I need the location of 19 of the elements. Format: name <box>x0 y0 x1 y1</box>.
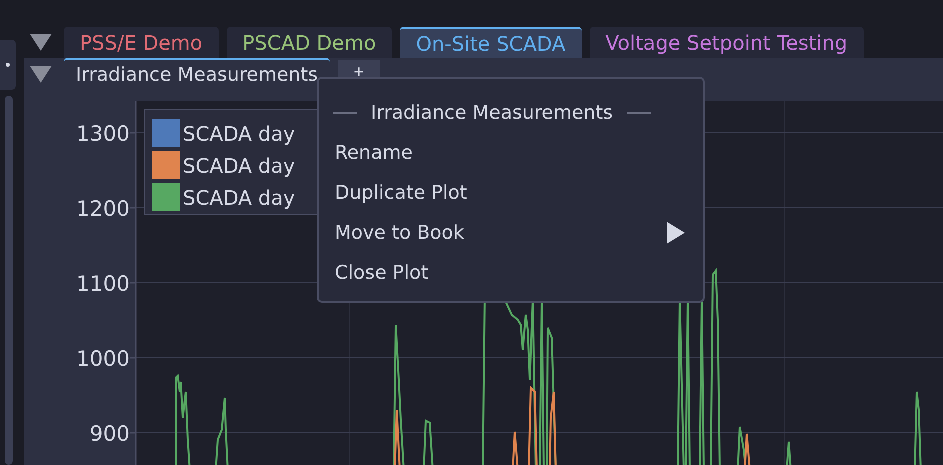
book-tab[interactable]: On-Site SCADA <box>400 27 582 58</box>
submenu-arrow-icon <box>667 222 685 244</box>
book-tab[interactable]: Voltage Setpoint Testing <box>590 27 864 58</box>
menu-item[interactable]: Rename <box>333 133 689 173</box>
y-tick-label: 900 <box>90 422 130 446</box>
menu-item[interactable]: Move to Book <box>333 213 689 253</box>
menu-title: Irradiance Measurements <box>371 102 614 124</box>
book-tab[interactable]: PSCAD Demo <box>226 27 392 58</box>
scrollbar[interactable] <box>5 96 13 465</box>
y-tick-label: 1000 <box>76 347 130 371</box>
legend-label: SCADA day <box>183 186 296 210</box>
y-tick-label: 1200 <box>76 197 130 221</box>
book-tab[interactable]: PSS/E Demo <box>64 27 219 58</box>
legend-label: SCADA day <box>183 154 296 178</box>
legend-label: SCADA day <box>183 122 296 146</box>
y-tick-label: 1100 <box>76 272 130 296</box>
menu-item[interactable]: Close Plot <box>333 253 689 293</box>
menu-item[interactable]: Duplicate Plot <box>333 173 689 213</box>
y-tick-label: 1300 <box>76 122 130 146</box>
